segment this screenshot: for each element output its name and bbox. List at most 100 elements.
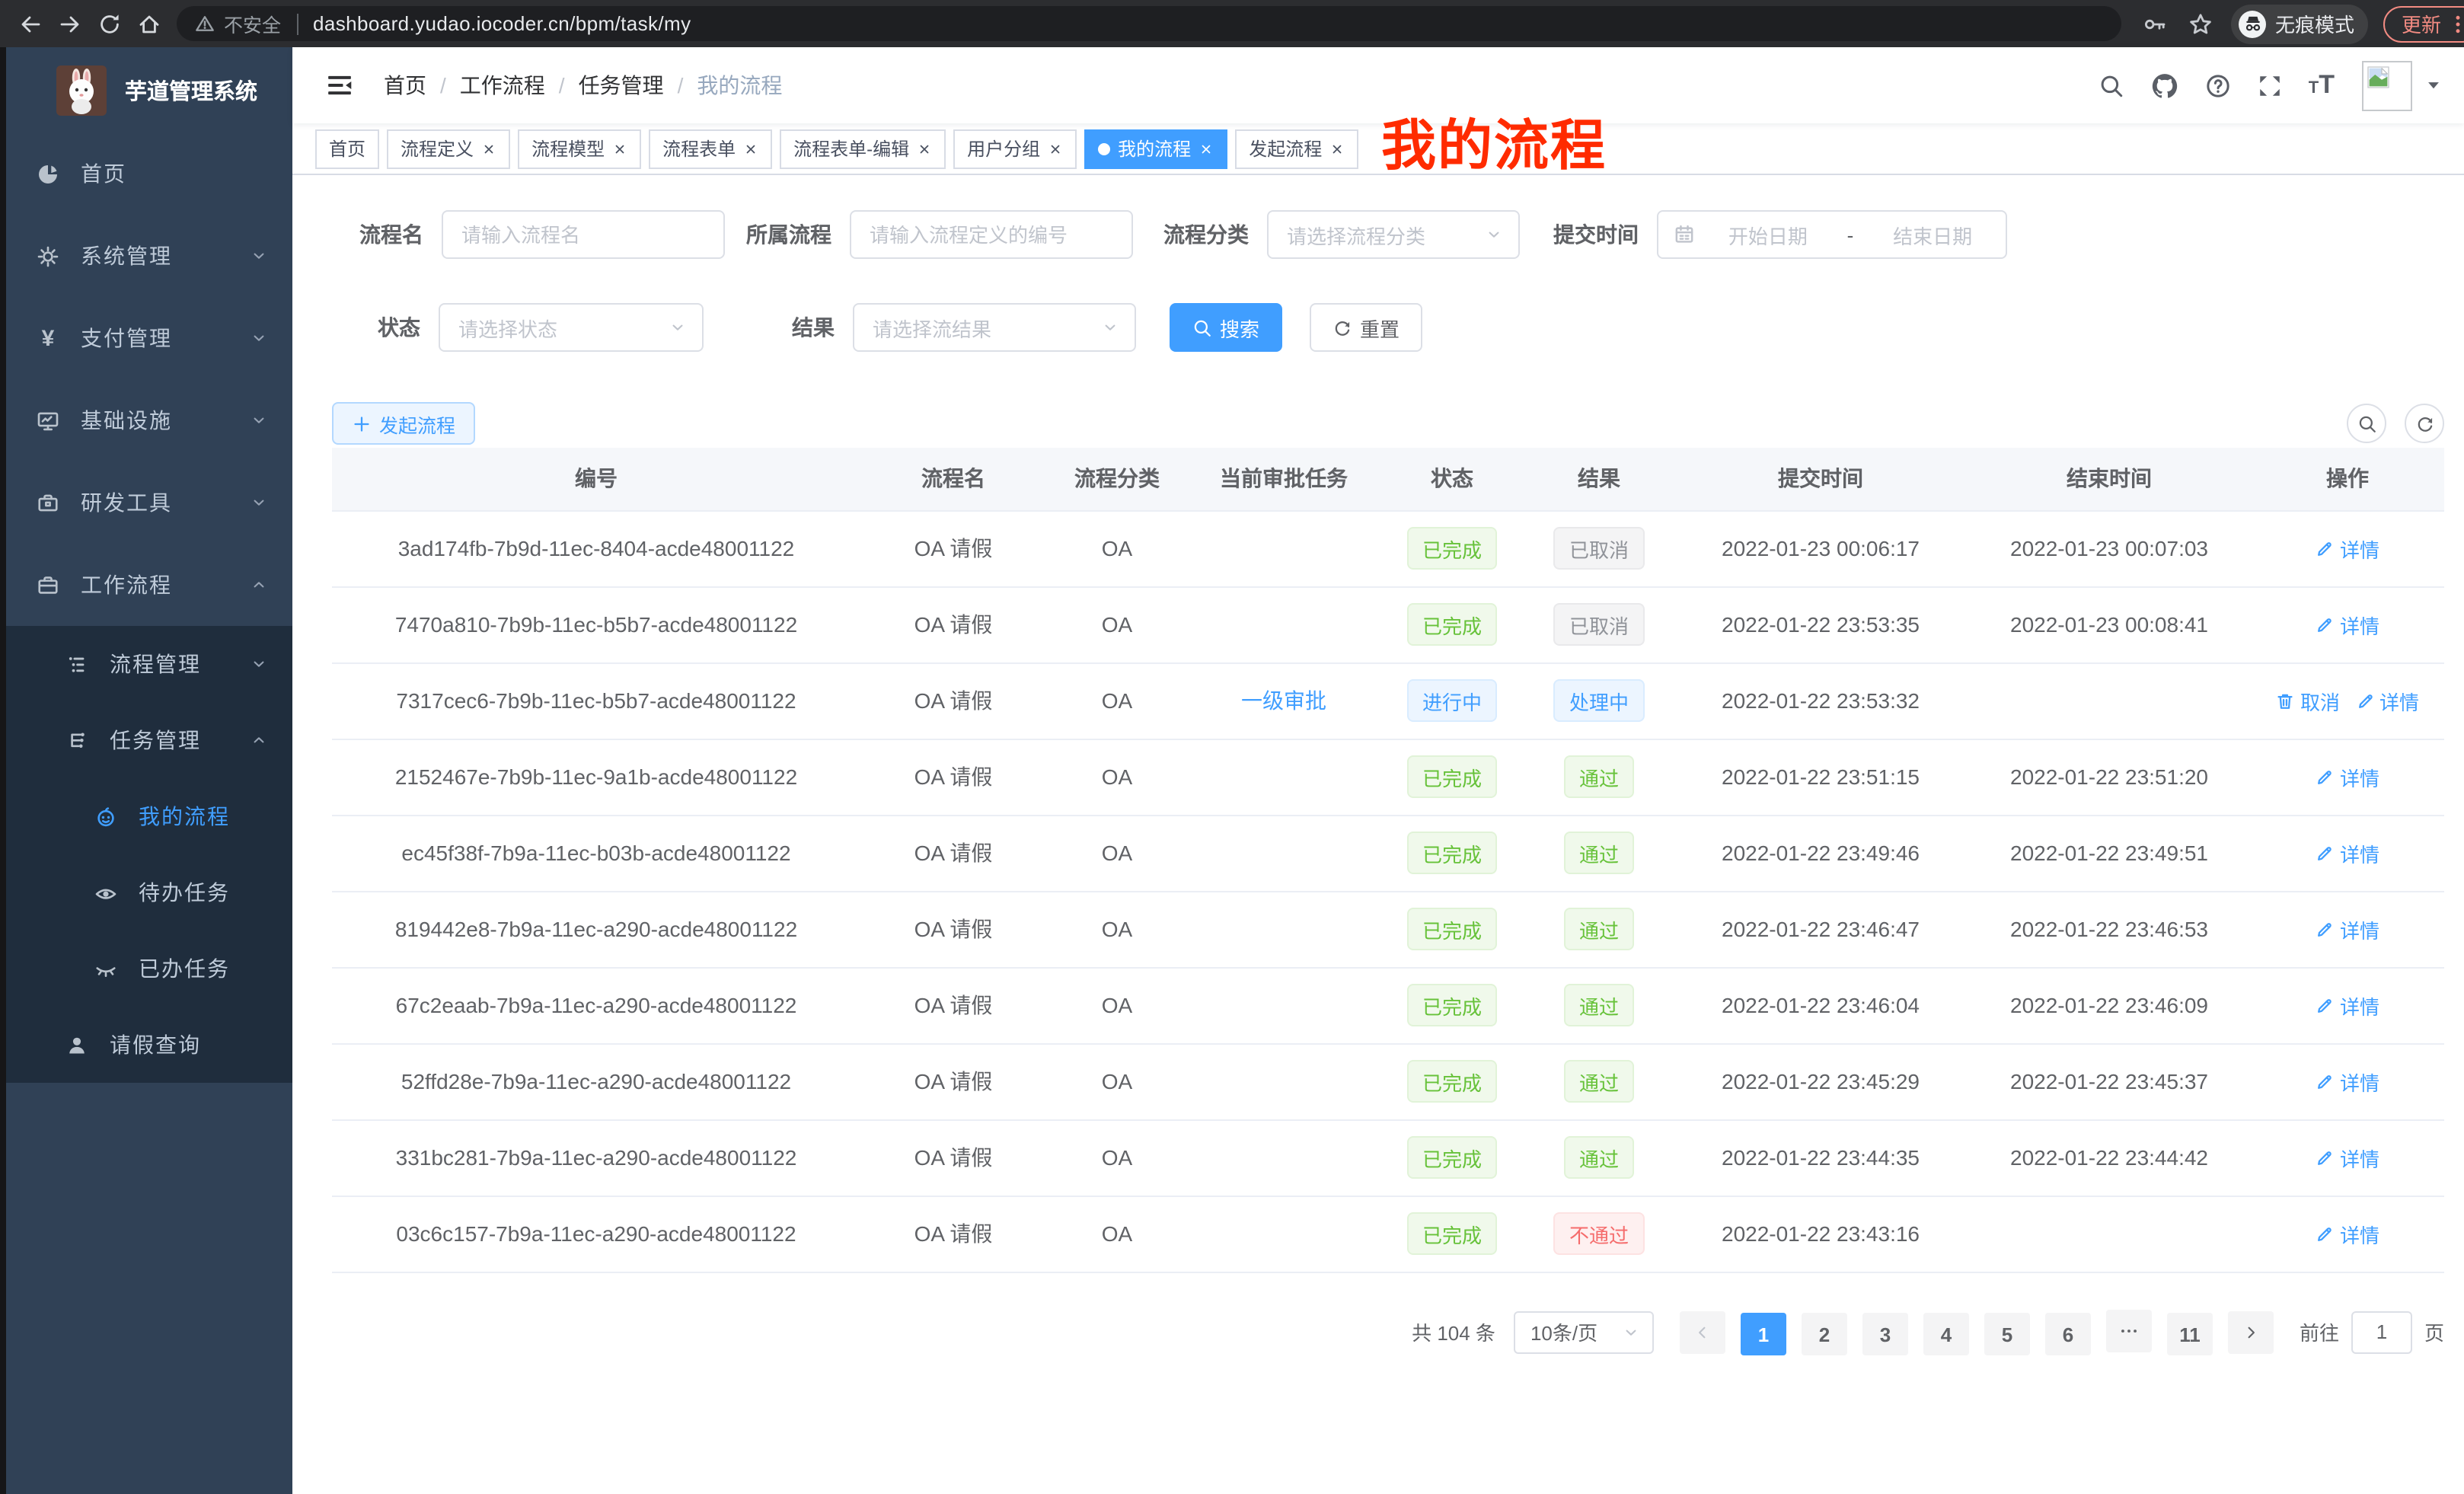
detail-action-link[interactable]: 详情: [2316, 915, 2379, 943]
tab-流程表单[interactable]: 流程表单: [649, 129, 772, 168]
show-search-button[interactable]: [2347, 404, 2386, 443]
browser-update-button[interactable]: 更新: [2383, 5, 2464, 42]
process-category-select[interactable]: 请选择流程分类: [1267, 210, 1520, 259]
password-key-icon[interactable]: [2143, 11, 2167, 36]
page-button-5[interactable]: 5: [1984, 1313, 2030, 1355]
page-button-4[interactable]: 4: [1923, 1313, 1969, 1355]
result-select[interactable]: 请选择流结果: [853, 303, 1136, 352]
tab-发起流程[interactable]: 发起流程: [1235, 129, 1358, 168]
avatar-caret-down-icon[interactable]: [2424, 76, 2443, 94]
page-button-1[interactable]: 1: [1741, 1313, 1786, 1355]
browser-reload-icon[interactable]: [97, 11, 122, 36]
end-date-placeholder[interactable]: 结束日期: [1859, 220, 2006, 249]
yen-icon: ¥: [37, 327, 59, 350]
tab-流程表单-编辑[interactable]: 流程表单-编辑: [780, 129, 946, 168]
user-avatar[interactable]: [2362, 60, 2412, 110]
browser-home-icon[interactable]: [137, 11, 161, 36]
edit-pen-icon: [2316, 843, 2335, 863]
detail-action-link[interactable]: 详情: [2355, 686, 2419, 715]
breadcrumb-item[interactable]: 工作流程: [460, 70, 545, 101]
detail-action-link[interactable]: 详情: [2316, 1067, 2379, 1096]
font-size-icon[interactable]: TT: [2309, 70, 2335, 101]
page-button-11[interactable]: 11: [2167, 1313, 2213, 1355]
sidebar-collapse-icon[interactable]: [326, 72, 353, 99]
jumper-prefix: 前往: [2300, 1318, 2339, 1347]
tab-用户分组[interactable]: 用户分组: [953, 129, 1077, 168]
column-header: 操作: [2251, 448, 2444, 510]
submit-time-range-picker[interactable]: 开始日期 - 结束日期: [1657, 210, 2007, 259]
sidebar-item-todo-task[interactable]: 待办任务: [6, 854, 292, 931]
address-bar[interactable]: 不安全 dashboard.yudao.iocoder.cn/bpm/task/…: [177, 6, 2121, 41]
breadcrumb-item[interactable]: 首页: [384, 70, 426, 101]
close-icon[interactable]: [1198, 141, 1214, 156]
close-icon[interactable]: [917, 141, 932, 156]
browser-menu-icon[interactable]: [2447, 13, 2464, 34]
prev-page-button[interactable]: [1680, 1311, 1725, 1354]
start-date-placeholder[interactable]: 开始日期: [1695, 220, 1841, 249]
sidebar-item-my-process[interactable]: 我的流程: [6, 778, 292, 854]
close-icon[interactable]: [1329, 141, 1345, 156]
close-icon[interactable]: [743, 141, 758, 156]
page-jump-input[interactable]: [2351, 1311, 2412, 1354]
page-button-6[interactable]: 6: [2045, 1313, 2091, 1355]
detail-action-link[interactable]: 详情: [2316, 991, 2379, 1020]
incognito-badge: 无痕模式: [2231, 4, 2368, 43]
browser-forward-icon[interactable]: [58, 11, 82, 36]
help-icon[interactable]: [2205, 72, 2231, 98]
sidebar-item-workflow[interactable]: 工作流程: [6, 544, 292, 626]
sidebar-item-task-manage[interactable]: 任务管理: [6, 702, 292, 778]
bookmark-star-icon[interactable]: [2188, 11, 2213, 36]
status-select[interactable]: 请选择状态: [439, 303, 704, 352]
task-link[interactable]: 一级审批: [1241, 688, 1326, 713]
tab-首页[interactable]: 首页: [315, 129, 379, 168]
refresh-table-button[interactable]: [2405, 404, 2444, 443]
process-name-input[interactable]: [442, 210, 725, 259]
detail-action-link[interactable]: 详情: [2316, 1219, 2379, 1248]
search-button[interactable]: 搜索: [1170, 303, 1282, 352]
detail-action-link[interactable]: 详情: [2316, 762, 2379, 791]
detail-action-link[interactable]: 详情: [2316, 838, 2379, 867]
tab-流程定义[interactable]: 流程定义: [387, 129, 510, 168]
tab-我的流程[interactable]: 我的流程: [1084, 129, 1227, 168]
sidebar-item-infra[interactable]: 基础设施: [6, 379, 292, 461]
table-toolbar: 发起流程: [332, 402, 2444, 445]
close-icon[interactable]: [481, 141, 496, 156]
cell-submit-time: 2022-01-23 00:06:17: [1674, 510, 1968, 586]
close-icon[interactable]: [1048, 141, 1063, 156]
reset-button[interactable]: 重置: [1310, 303, 1422, 352]
result-label: 结果: [792, 312, 835, 343]
sidebar-item-leave-query[interactable]: 请假查询: [6, 1007, 292, 1083]
tab-label: 流程模型: [531, 136, 605, 161]
tab-流程模型[interactable]: 流程模型: [518, 129, 641, 168]
navbar-actions: TT: [2073, 60, 2443, 110]
detail-action-link[interactable]: 详情: [2316, 534, 2379, 563]
app-logo[interactable]: 芋道管理系统: [6, 47, 292, 132]
eye-icon: [94, 881, 117, 904]
detail-action-link[interactable]: 详情: [2316, 610, 2379, 639]
breadcrumb-item[interactable]: 任务管理: [579, 70, 664, 101]
sidebar-item-system[interactable]: 系统管理: [6, 215, 292, 297]
cancel-action-link[interactable]: 取消: [2276, 686, 2340, 715]
page-button-3[interactable]: 3: [1862, 1313, 1908, 1355]
sidebar-item-home[interactable]: 首页: [6, 132, 292, 215]
more-pages-button[interactable]: [2106, 1309, 2152, 1352]
sidebar-item-label: 研发工具: [81, 487, 172, 518]
fullscreen-icon[interactable]: [2257, 72, 2283, 98]
next-page-button[interactable]: [2228, 1311, 2274, 1354]
cell-submit-time: 2022-01-22 23:45:29: [1674, 1043, 1968, 1119]
search-icon[interactable]: [2099, 72, 2124, 98]
cell-current-task: [1188, 891, 1380, 967]
column-header: 结果: [1524, 448, 1674, 510]
process-definition-input[interactable]: [850, 210, 1133, 259]
sidebar-item-done-task[interactable]: 已办任务: [6, 931, 292, 1007]
sidebar-item-payment[interactable]: ¥支付管理: [6, 297, 292, 379]
sidebar-item-process-manage[interactable]: 流程管理: [6, 626, 292, 702]
page-button-2[interactable]: 2: [1802, 1313, 1847, 1355]
create-process-button[interactable]: 发起流程: [332, 402, 475, 445]
close-icon[interactable]: [612, 141, 627, 156]
sidebar-item-devtools[interactable]: 研发工具: [6, 461, 292, 544]
detail-action-link[interactable]: 详情: [2316, 1143, 2379, 1172]
github-icon[interactable]: [2150, 71, 2179, 100]
browser-back-icon[interactable]: [18, 11, 43, 36]
page-size-select[interactable]: 10条/页: [1514, 1311, 1654, 1354]
